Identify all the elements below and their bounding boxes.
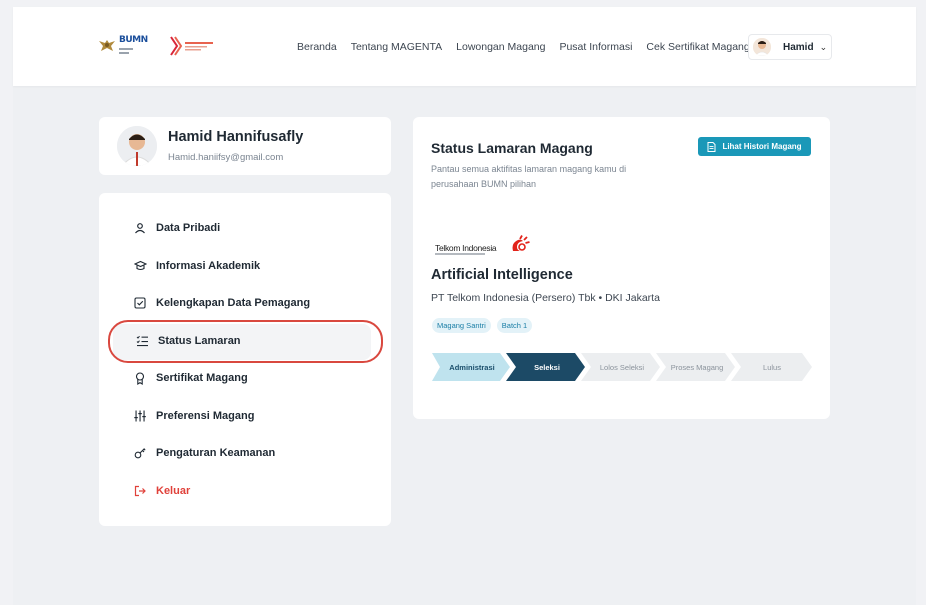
chevron-down-icon: ⌄ xyxy=(819,41,828,52)
sidebar-item-informasi-akademik[interactable]: Informasi Akademik xyxy=(133,256,260,276)
user-icon xyxy=(133,221,147,235)
sidebar-item-pengaturan-keamanan[interactable]: Pengaturan Keamanan xyxy=(133,443,275,463)
main-nav: Beranda Tentang MAGENTA Lowongan Magang … xyxy=(297,41,764,53)
user-menu-dropdown[interactable]: Hamid ⌄ xyxy=(748,34,832,60)
nav-beranda[interactable]: Beranda xyxy=(297,41,337,53)
step-lulus: Lulus xyxy=(763,362,781,372)
profile-name: Hamid Hannifusafly xyxy=(168,129,304,145)
sidebar-item-sertifikat-magang[interactable]: Sertifikat Magang xyxy=(133,368,248,388)
step-administrasi: Administrasi xyxy=(449,362,495,372)
checkbox-icon xyxy=(133,296,147,310)
sidebar-item-label: Kelengkapan Data Pemagang xyxy=(156,297,311,309)
sidebar-item-status-lamaran[interactable]: Status Lamaran xyxy=(135,331,241,351)
sidebar-item-label: Preferensi Magang xyxy=(156,410,255,422)
tag-batch: Batch 1 xyxy=(496,318,533,333)
nav-tentang-magenta[interactable]: Tentang MAGENTA xyxy=(351,41,442,53)
step-seleksi: Seleksi xyxy=(534,362,560,372)
avatar xyxy=(117,126,157,166)
sidebar-item-label: Status Lamaran xyxy=(158,335,241,347)
status-lamaran-card: Status Lamaran Magang Pantau semua aktif… xyxy=(413,117,830,419)
medal-icon xyxy=(133,371,147,385)
sidebar-item-keluar[interactable]: Keluar xyxy=(133,481,190,501)
sidebar-item-label: Keluar xyxy=(156,485,191,497)
graduation-cap-icon xyxy=(133,259,147,273)
bumn-logo-text: BUMN xyxy=(119,35,148,45)
step-proses-magang: Proses Magang xyxy=(670,362,724,372)
sliders-icon xyxy=(133,409,147,423)
nav-lowongan-magang[interactable]: Lowongan Magang xyxy=(456,41,545,53)
history-button[interactable]: Lihat Histori Magang xyxy=(698,137,811,156)
sidebar-item-preferensi-magang[interactable]: Preferensi Magang xyxy=(133,406,254,426)
logout-icon xyxy=(133,484,147,498)
job-title: Artificial Intelligence xyxy=(431,267,573,283)
sidebar-item-label: Sertifikat Magang xyxy=(156,372,248,384)
company-logo-text: Telkom Indonesia xyxy=(435,243,497,253)
avatar xyxy=(753,38,771,56)
job-company: PT Telkom Indonesia (Persero) Tbk • DKI … xyxy=(431,292,660,304)
page-description: Pantau semua aktifitas lamaran magang ka… xyxy=(431,164,627,189)
magenta-logo-icon xyxy=(170,36,213,56)
user-name: Hamid xyxy=(783,41,814,53)
telkom-logo-icon xyxy=(512,235,530,251)
profile-email: Hamid.haniifsy@gmail.com xyxy=(168,152,284,163)
key-icon xyxy=(133,446,147,460)
sidebar-menu: Data Pribadi Informasi Akademik Kelengka… xyxy=(99,193,391,526)
sidebar-item-label: Pengaturan Keamanan xyxy=(156,447,276,459)
tag-program: Magang Santri xyxy=(432,318,491,333)
step-lolos-seleksi: Lolos Seleksi xyxy=(599,362,645,372)
company-logo: Telkom Indonesia xyxy=(435,235,535,257)
nav-cek-sertifikat[interactable]: Cek Sertifikat Magang xyxy=(646,41,749,53)
page-title: Status Lamaran Magang xyxy=(431,140,593,156)
nav-pusat-informasi[interactable]: Pusat Informasi xyxy=(559,41,632,53)
history-button-label: Lihat Histori Magang xyxy=(722,142,802,151)
progress-stepper: Administrasi Seleksi Lolos Seleksi Prose… xyxy=(432,353,812,381)
bumn-logo: BUMN xyxy=(119,36,151,56)
profile-card: Hamid Hannifusafly Hamid.haniifsy@gmail.… xyxy=(99,117,391,175)
job-tags: Magang Santri Batch 1 xyxy=(432,318,533,333)
sidebar-item-kelengkapan-data[interactable]: Kelengkapan Data Pemagang xyxy=(133,293,310,313)
checklist-icon xyxy=(135,334,149,348)
garuda-logo-icon xyxy=(99,40,115,51)
sidebar-item-label: Data Pribadi xyxy=(156,222,221,234)
document-icon xyxy=(707,141,716,152)
sidebar-item-data-pribadi[interactable]: Data Pribadi xyxy=(133,218,220,238)
sidebar-item-label: Informasi Akademik xyxy=(156,260,261,272)
